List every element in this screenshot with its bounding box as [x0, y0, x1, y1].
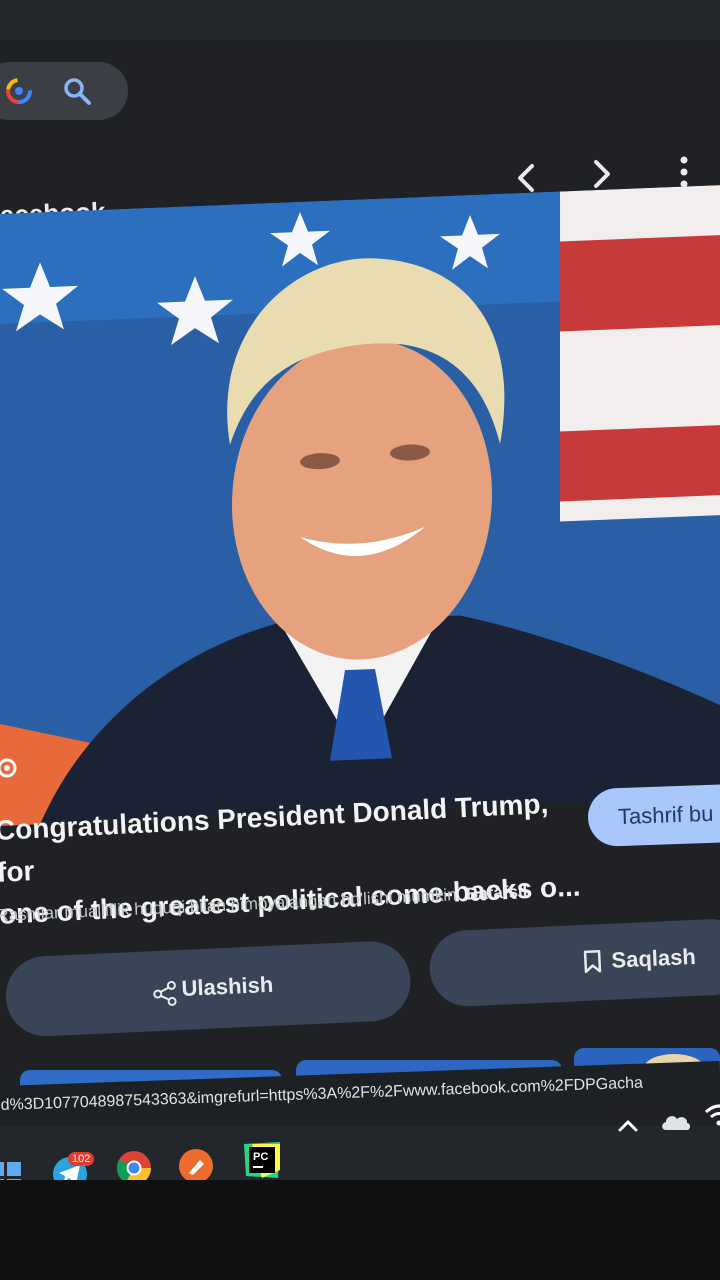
search-icon[interactable]: [62, 76, 92, 106]
image-search-icon[interactable]: [0, 755, 20, 781]
pycharm-label: PC: [253, 1151, 268, 1163]
portrait-image: [0, 185, 720, 826]
pycharm-icon[interactable]: PC: [242, 1140, 282, 1180]
share-icon: [153, 980, 177, 1006]
chevron-right-icon[interactable]: [584, 156, 620, 192]
monitor-bezel: [0, 1180, 720, 1280]
google-lens-icon[interactable]: [4, 76, 34, 106]
share-label: Ulashish: [180, 971, 274, 1001]
learn-more-link[interactable]: Batafsil: [466, 882, 528, 904]
wifi-icon[interactable]: [704, 1102, 720, 1128]
onedrive-cloud-icon[interactable]: [660, 1110, 692, 1134]
telegram-badge: 102: [68, 1152, 95, 1166]
search-pill[interactable]: [0, 62, 128, 120]
save-label: Saqlash: [610, 943, 697, 973]
chevron-left-icon[interactable]: [508, 160, 544, 196]
tray-chevron-up-icon[interactable]: [616, 1116, 640, 1136]
visit-site-button[interactable]: Tashrif bu: [587, 782, 720, 848]
bookmark-icon: [583, 950, 602, 974]
image-preview[interactable]: [0, 185, 720, 826]
save-button[interactable]: Saqlash: [428, 917, 720, 1008]
